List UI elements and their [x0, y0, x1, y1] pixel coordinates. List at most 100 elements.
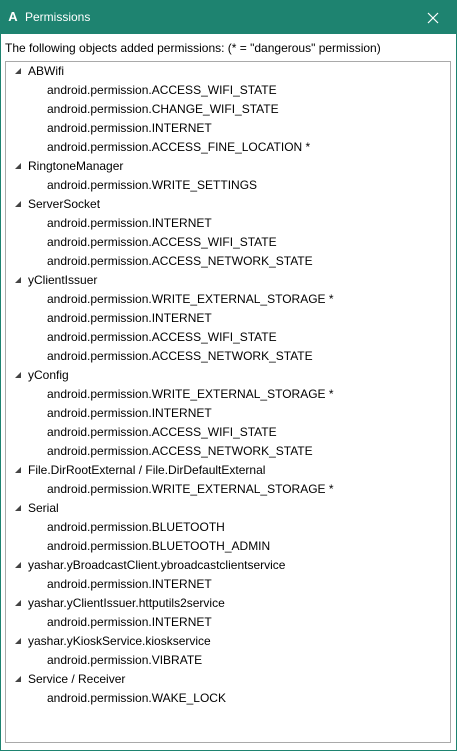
expanded-triangle-icon	[15, 467, 21, 473]
tree-permission-item[interactable]: android.permission.INTERNET	[6, 404, 450, 423]
permission-label: android.permission.INTERNET	[47, 615, 212, 629]
tree-permission-item[interactable]: android.permission.VIBRATE	[6, 651, 450, 670]
tree-permission-item[interactable]: android.permission.INTERNET	[6, 119, 450, 138]
tree-group-header[interactable]: yashar.yBroadcastClient.ybroadcastclient…	[6, 556, 450, 575]
tree-group: ABWifi android.permission.ACCESS_WIFI_STA…	[6, 62, 450, 157]
tree-group-name: ServerSocket	[28, 197, 101, 211]
permission-label: android.permission.INTERNET	[47, 406, 212, 420]
tree-permission-item[interactable]: android.permission.ACCESS_WIFI_STATE	[6, 328, 450, 347]
tree-group-header[interactable]: yConfig	[6, 366, 450, 385]
tree-permission-item[interactable]: android.permission.WRITE_SETTINGS	[6, 176, 450, 195]
tree-group-header[interactable]: ABWifi	[6, 62, 450, 81]
permission-label: android.permission.INTERNET	[47, 216, 212, 230]
tree-permission-item[interactable]: android.permission.INTERNET	[6, 214, 450, 233]
permission-label: android.permission.WAKE_LOCK	[47, 691, 226, 705]
expanded-triangle-icon	[15, 562, 21, 568]
tree-group-header[interactable]: File.DirRootExternal / File.DirDefaultEx…	[6, 461, 450, 480]
permission-label: android.permission.INTERNET	[47, 311, 212, 325]
expand-collapse-icon[interactable]	[12, 62, 24, 81]
expand-collapse-icon[interactable]	[12, 157, 24, 176]
expanded-triangle-icon	[15, 68, 21, 74]
tree-group: yashar.yBroadcastClient.ybroadcastclient…	[6, 556, 450, 594]
tree-group-name: File.DirRootExternal / File.DirDefaultEx…	[28, 463, 266, 477]
tree-permission-item[interactable]: android.permission.ACCESS_NETWORK_STATE	[6, 442, 450, 461]
permission-label: android.permission.INTERNET	[47, 121, 212, 135]
tree-group: RingtoneManager android.permission.WRITE_…	[6, 157, 450, 195]
expand-collapse-icon[interactable]	[12, 271, 24, 290]
tree-group: File.DirRootExternal / File.DirDefaultEx…	[6, 461, 450, 499]
tree-permission-item[interactable]: android.permission.ACCESS_NETWORK_STATE	[6, 347, 450, 366]
tree-group-header[interactable]: yClientIssuer	[6, 271, 450, 290]
tree-group-header[interactable]: yashar.yKioskService.kioskservice	[6, 632, 450, 651]
permission-label: android.permission.ACCESS_FINE_LOCATION …	[47, 140, 311, 154]
tree-permission-item[interactable]: android.permission.INTERNET	[6, 575, 450, 594]
permission-label: android.permission.ACCESS_WIFI_STATE	[47, 235, 277, 249]
tree-permission-item[interactable]: android.permission.ACCESS_WIFI_STATE	[6, 423, 450, 442]
expand-collapse-icon[interactable]	[12, 594, 24, 613]
window-title: Permissions	[25, 10, 91, 24]
tree-permission-item[interactable]: android.permission.WAKE_LOCK	[6, 689, 450, 708]
permission-label: android.permission.ACCESS_WIFI_STATE	[47, 83, 277, 97]
expand-collapse-icon[interactable]	[12, 461, 24, 480]
tree-group: yashar.yKioskService.kioskservice android…	[6, 632, 450, 670]
tree-group: Serial android.permission.BLUETOOTH androi…	[6, 499, 450, 556]
tree-group-name: Serial	[28, 501, 59, 515]
permissions-tree[interactable]: ABWifi android.permission.ACCESS_WIFI_STA…	[5, 61, 451, 743]
tree-permission-item[interactable]: android.permission.WRITE_EXTERNAL_STORAG…	[6, 290, 450, 309]
permission-label: android.permission.ACCESS_WIFI_STATE	[47, 330, 277, 344]
tree-group-name: yashar.yClientIssuer.httputils2service	[28, 596, 225, 610]
tree-group-header[interactable]: RingtoneManager	[6, 157, 450, 176]
permission-label: android.permission.WRITE_EXTERNAL_STORAG…	[47, 292, 334, 306]
tree-permission-item[interactable]: android.permission.ACCESS_FINE_LOCATION …	[6, 138, 450, 157]
expanded-triangle-icon	[15, 372, 21, 378]
tree-permission-item[interactable]: android.permission.WRITE_EXTERNAL_STORAG…	[6, 480, 450, 499]
tree-permission-item[interactable]: android.permission.ACCESS_NETWORK_STATE	[6, 252, 450, 271]
title-bar[interactable]: A Permissions	[1, 1, 456, 34]
close-button[interactable]	[410, 1, 456, 34]
tree-group: Service / Receiver android.permission.WAK…	[6, 670, 450, 708]
tree-group-name: yashar.yKioskService.kioskservice	[28, 634, 211, 648]
tree-group: ServerSocket android.permission.INTERNET a…	[6, 195, 450, 271]
expanded-triangle-icon	[15, 505, 21, 511]
description-text: The following objects added permissions:…	[5, 41, 381, 55]
expand-collapse-icon[interactable]	[12, 366, 24, 385]
permission-label: android.permission.ACCESS_NETWORK_STATE	[47, 349, 313, 363]
tree-permission-item[interactable]: android.permission.BLUETOOTH_ADMIN	[6, 537, 450, 556]
tree-permission-item[interactable]: android.permission.CHANGE_WIFI_STATE	[6, 100, 450, 119]
tree-group-name: yashar.yBroadcastClient.ybroadcastclient…	[28, 558, 286, 572]
expand-collapse-icon[interactable]	[12, 556, 24, 575]
tree-permission-item[interactable]: android.permission.ACCESS_WIFI_STATE	[6, 233, 450, 252]
permission-label: android.permission.WRITE_SETTINGS	[47, 178, 258, 192]
expand-collapse-icon[interactable]	[12, 195, 24, 214]
tree-group: yashar.yClientIssuer.httputils2service an…	[6, 594, 450, 632]
tree-permission-item[interactable]: android.permission.INTERNET	[6, 613, 450, 632]
tree-group-name: RingtoneManager	[28, 159, 124, 173]
tree-group-header[interactable]: ServerSocket	[6, 195, 450, 214]
permission-label: android.permission.INTERNET	[47, 577, 212, 591]
expand-collapse-icon[interactable]	[12, 499, 24, 518]
tree-group-name: ABWifi	[28, 64, 64, 78]
tree-permission-item[interactable]: android.permission.ACCESS_WIFI_STATE	[6, 81, 450, 100]
tree-group-header[interactable]: Serial	[6, 499, 450, 518]
permission-label: android.permission.WRITE_EXTERNAL_STORAG…	[47, 387, 334, 401]
tree-permission-item[interactable]: android.permission.INTERNET	[6, 309, 450, 328]
tree-group: yClientIssuer android.permission.WRITE_EX…	[6, 271, 450, 366]
expanded-triangle-icon	[15, 600, 21, 606]
close-icon	[427, 12, 439, 23]
expanded-triangle-icon	[15, 163, 21, 169]
tree-list: ABWifi android.permission.ACCESS_WIFI_STA…	[6, 62, 450, 708]
permission-label: android.permission.ACCESS_WIFI_STATE	[47, 425, 277, 439]
expanded-triangle-icon	[15, 638, 21, 644]
tree-permission-item[interactable]: android.permission.BLUETOOTH	[6, 518, 450, 537]
expand-collapse-icon[interactable]	[12, 670, 24, 689]
permission-label: android.permission.BLUETOOTH	[47, 520, 225, 534]
tree-permission-item[interactable]: android.permission.WRITE_EXTERNAL_STORAG…	[6, 385, 450, 404]
expanded-triangle-icon	[15, 676, 21, 682]
permission-label: android.permission.WRITE_EXTERNAL_STORAG…	[47, 482, 334, 496]
expand-collapse-icon[interactable]	[12, 632, 24, 651]
tree-group-header[interactable]: yashar.yClientIssuer.httputils2service	[6, 594, 450, 613]
tree-group-name: yConfig	[28, 368, 69, 382]
permission-label: android.permission.BLUETOOTH_ADMIN	[47, 539, 271, 553]
tree-group-header[interactable]: Service / Receiver	[6, 670, 450, 689]
app-logo-icon: A	[8, 9, 18, 24]
